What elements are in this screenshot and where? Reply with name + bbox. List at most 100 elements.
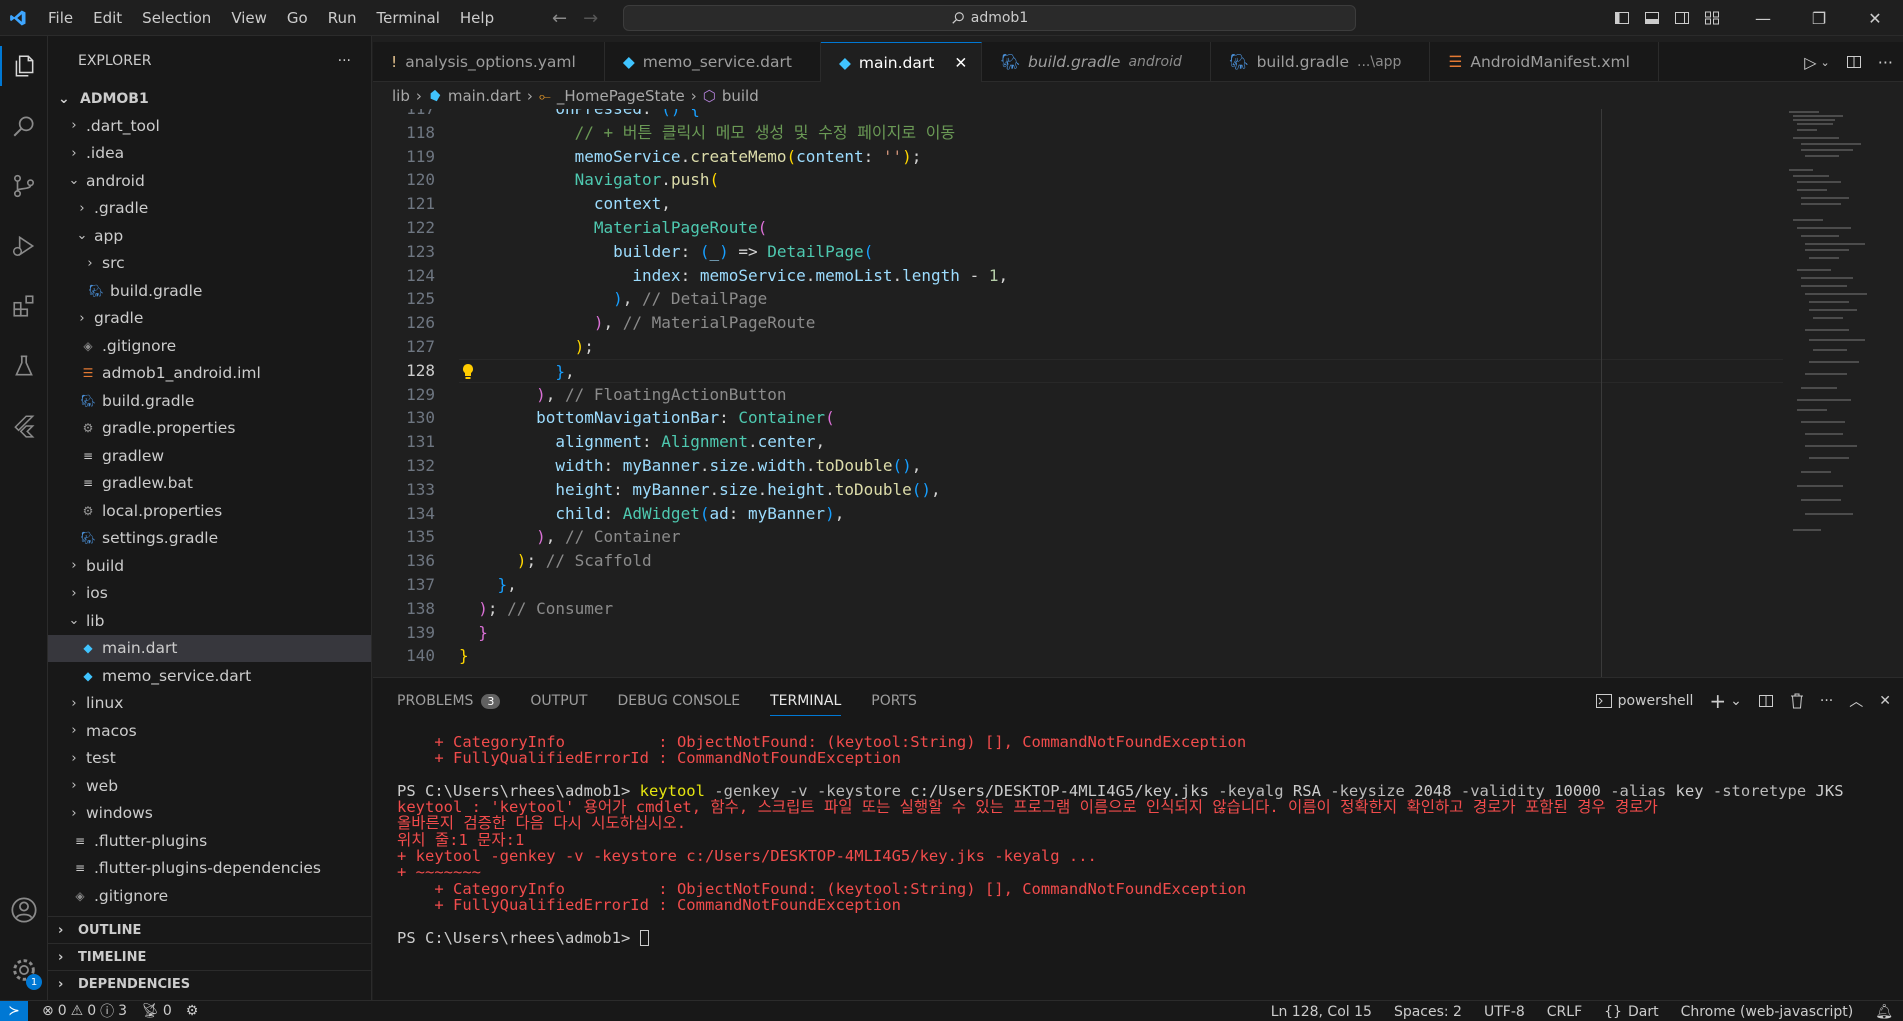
tree-item[interactable]: › linux — [48, 690, 371, 718]
debug-icon[interactable]: ⚙ — [186, 1003, 199, 1019]
restore-icon[interactable]: ❐ — [1791, 0, 1847, 36]
outline-section[interactable]: › OUTLINE — [48, 916, 372, 943]
code-line[interactable]: ); // Consumer — [459, 597, 1783, 621]
menu-run[interactable]: Run — [318, 0, 367, 36]
breadcrumb-folder[interactable]: lib — [392, 87, 410, 105]
encoding[interactable]: UTF-8 — [1484, 1004, 1525, 1020]
command-center-search[interactable]: admob1 — [623, 5, 1356, 31]
code-line[interactable]: // + 버튼 클릭시 메모 생성 및 수정 페이지로 이동 — [459, 121, 1783, 145]
end-of-line[interactable]: CRLF — [1547, 1004, 1582, 1020]
tree-item[interactable]: › web — [48, 772, 371, 800]
back-arrow-icon[interactable]: ← — [552, 8, 567, 29]
tree-item[interactable]: ≡ gradlew — [48, 442, 371, 470]
menu-go[interactable]: Go — [277, 0, 318, 36]
extensions-activity[interactable] — [0, 276, 48, 336]
code-line[interactable]: ), // DetailPage — [459, 287, 1783, 311]
panel-tab-output[interactable]: OUTPUT — [530, 678, 587, 724]
remote-indicator-icon[interactable]: ≻ — [0, 1000, 28, 1021]
tree-item[interactable]: › .gradle — [48, 195, 371, 223]
chevron-down-icon[interactable]: ⌄ — [1821, 56, 1830, 69]
split-editor-icon[interactable] — [1846, 54, 1862, 70]
flutter-activity[interactable] — [0, 396, 48, 456]
tree-item[interactable]: ⌄ app — [48, 222, 371, 250]
lightbulb-icon[interactable] — [461, 363, 475, 381]
problems-status[interactable]: ⊗ 0 ⚠ 0 ⓘ 3 — [42, 1001, 127, 1021]
menu-edit[interactable]: Edit — [83, 0, 132, 36]
device-selector[interactable]: Chrome (web-javascript) — [1681, 1004, 1854, 1020]
indentation[interactable]: Spaces: 2 — [1394, 1004, 1462, 1020]
toggle-panel-icon[interactable] — [1644, 10, 1660, 26]
code-line[interactable]: ); // Scaffold — [459, 549, 1783, 573]
tree-item[interactable]: ≡ .flutter-plugins-dependencies — [48, 855, 371, 883]
code-line[interactable]: child: AdWidget(ad: myBanner), — [459, 502, 1783, 526]
panel-tab-debug-console[interactable]: DEBUG CONSOLE — [617, 678, 740, 724]
menu-file[interactable]: File — [38, 0, 83, 36]
code-line[interactable]: index: memoService.memoList.length - 1, — [459, 264, 1783, 288]
close-panel-icon[interactable]: ✕ — [1879, 693, 1891, 709]
trash-icon[interactable] — [1790, 693, 1804, 709]
tree-item[interactable]: 🐘︎ build.gradle — [48, 387, 371, 415]
code-line[interactable]: ); — [459, 335, 1783, 359]
menu-help[interactable]: Help — [450, 0, 504, 36]
toggle-secondary-sidebar-icon[interactable] — [1674, 10, 1690, 26]
tree-item[interactable]: › build — [48, 552, 371, 580]
panel-tab-ports[interactable]: PORTS — [871, 678, 917, 724]
code-line[interactable]: alignment: Alignment.center, — [459, 430, 1783, 454]
code-line[interactable]: } — [459, 644, 1783, 668]
code-line[interactable]: MaterialPageRoute( — [459, 216, 1783, 240]
breadcrumb-method[interactable]: build — [722, 87, 759, 105]
code-line[interactable]: ), // MaterialPageRoute — [459, 311, 1783, 335]
split-terminal-icon[interactable] — [1758, 693, 1774, 709]
language-mode[interactable]: {} Dart — [1604, 1004, 1658, 1020]
tab-analysis_options-yaml[interactable]: ! analysis_options.yaml — [373, 42, 605, 82]
close-window-icon[interactable]: ✕ — [1847, 0, 1903, 36]
code-line[interactable]: }, — [459, 358, 1783, 383]
menu-terminal[interactable]: Terminal — [367, 0, 450, 36]
tree-item[interactable]: › ios — [48, 580, 371, 608]
code-line[interactable]: memoService.createMemo(content: ''); — [459, 145, 1783, 169]
code-editor[interactable]: 117118 119 120 121 122 123 124 125 126 127 128 129 1… — [373, 109, 1903, 677]
testing-activity[interactable] — [0, 336, 48, 396]
code-line[interactable]: width: myBanner.size.width.toDouble(), — [459, 454, 1783, 478]
minimap[interactable] — [1789, 109, 1889, 559]
notifications-icon[interactable]: 🔔︎ — [1875, 1004, 1893, 1020]
breadcrumb-class[interactable]: _HomePageState — [557, 87, 685, 105]
tab-build-gradle[interactable]: 🐘︎ build.gradle ...\app — [1211, 42, 1431, 82]
search-activity[interactable] — [0, 96, 48, 156]
maximize-panel-icon[interactable]: ︿ — [1849, 691, 1863, 711]
panel-tab-problems[interactable]: PROBLEMS 3 — [397, 678, 501, 724]
code-line[interactable]: bottomNavigationBar: Container( — [459, 406, 1783, 430]
tree-item[interactable]: ⌄ lib — [48, 607, 371, 635]
minimize-icon[interactable]: — — [1735, 0, 1791, 36]
terminal-output[interactable]: + CategoryInfo : ObjectNotFound: (keytoo… — [397, 734, 1893, 946]
tab-main-dart[interactable]: ◆ main.dart ✕ — [820, 42, 983, 82]
accounts-activity[interactable] — [0, 880, 48, 940]
tree-item[interactable]: ◈ .gitignore — [48, 332, 371, 360]
menu-selection[interactable]: Selection — [132, 0, 221, 36]
code-line[interactable]: } — [459, 621, 1783, 645]
source-control-activity[interactable] — [0, 156, 48, 216]
run-debug-activity[interactable] — [0, 216, 48, 276]
tree-item[interactable]: ◆ main.dart — [48, 634, 371, 662]
more-actions-icon[interactable]: ··· — [1878, 53, 1893, 72]
ports-status[interactable]: 📡︎ 0 — [141, 1003, 172, 1019]
tree-item[interactable]: › .dart_tool — [48, 112, 371, 140]
panel-tab-terminal[interactable]: TERMINAL — [770, 678, 842, 724]
toggle-sidebar-icon[interactable] — [1614, 10, 1630, 26]
menu-view[interactable]: View — [221, 0, 277, 36]
more-actions-icon[interactable]: ··· — [338, 53, 351, 69]
tree-item[interactable]: ≡ gradlew.bat — [48, 470, 371, 498]
tree-item[interactable]: › windows — [48, 800, 371, 828]
chevron-down-icon[interactable]: ⌄ — [1730, 693, 1742, 709]
new-terminal-icon[interactable]: + — [1709, 689, 1726, 713]
code-line[interactable]: onPressed: () { — [459, 109, 1783, 121]
code-lines[interactable]: onPressed: () { // + 버튼 클릭시 메모 생성 및 수정 페… — [459, 109, 1783, 668]
code-line[interactable]: ), // Container — [459, 525, 1783, 549]
shell-selector[interactable]: powershell — [1595, 693, 1693, 709]
breadcrumb-file[interactable]: main.dart — [448, 87, 521, 105]
tree-item[interactable]: ⚙ local.properties — [48, 497, 371, 525]
timeline-section[interactable]: › TIMELINE — [48, 943, 372, 970]
tree-item[interactable]: 🐘︎ build.gradle — [48, 277, 371, 305]
code-line[interactable]: }, — [459, 573, 1783, 597]
tab-androidmanifest-xml[interactable]: ☰ AndroidManifest.xml — [1430, 42, 1659, 82]
